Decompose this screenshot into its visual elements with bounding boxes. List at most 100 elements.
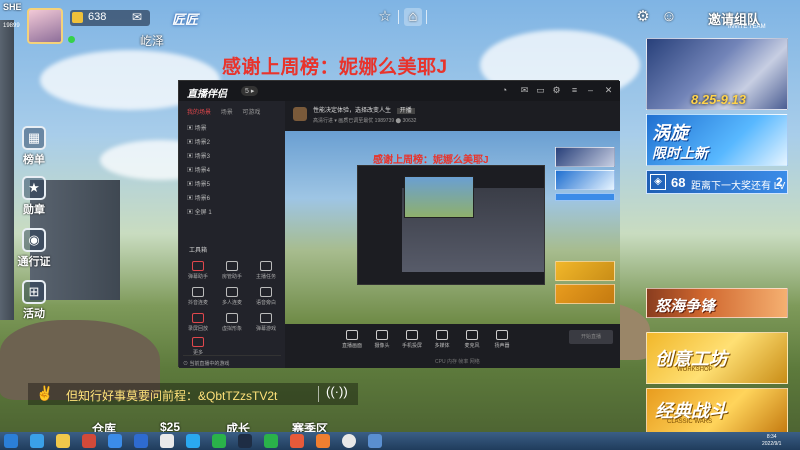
minimize-icon[interactable]: – — [585, 85, 596, 96]
tab-my-scenes[interactable]: 我的场景 — [187, 107, 211, 116]
sidebar-footer[interactable]: ⊙ 当前直播中的游戏 — [183, 355, 281, 367]
tool-avatar[interactable]: 虚拟形象 — [217, 313, 247, 332]
tool-multi-mic[interactable]: 多人连麦 — [217, 287, 247, 306]
tool-link-mic[interactable]: 抖音连麦 — [183, 287, 213, 306]
event-banner-sea-battle[interactable]: 怒海争锋 — [646, 288, 788, 318]
app-icon-red[interactable] — [82, 434, 96, 448]
tool-replay[interactable]: 录屏回放 — [183, 313, 213, 332]
settings-icon[interactable]: ⚙ — [634, 8, 652, 26]
scene-row[interactable]: ▣ 全屏 1 — [187, 207, 212, 216]
app-icon-dark[interactable] — [238, 434, 252, 448]
app-icon-orange[interactable] — [290, 434, 304, 448]
start-icon[interactable] — [4, 434, 18, 448]
favorite-star-icon[interactable]: ☆ — [376, 8, 394, 26]
level-text: 距离下一大奖还有 LV — [691, 181, 786, 192]
level-value: 2 — [776, 175, 783, 189]
app-icon-blue[interactable] — [108, 434, 122, 448]
side-item-label: 榜单 — [23, 154, 45, 166]
scene-row[interactable]: ▣ 场景5 — [187, 179, 210, 188]
side-item-medal[interactable]: ★ 勋章 — [16, 176, 52, 217]
speaker-button[interactable]: 扬声器 — [487, 330, 517, 349]
settings-icon[interactable]: ⚙ — [551, 85, 562, 96]
more-icon — [192, 337, 204, 347]
streamer-avatar[interactable] — [293, 107, 307, 121]
event-banner-classic[interactable]: 经典战斗 CLASSIC WARS — [646, 388, 788, 434]
app-icon-blue2[interactable] — [134, 434, 148, 448]
scene-row[interactable]: ▣ 场景2 — [187, 137, 210, 146]
event-banner-character[interactable]: 8.25-9.13 — [646, 38, 788, 110]
tab-scenes[interactable]: 场景 — [221, 107, 233, 116]
chat-icon[interactable]: ✉ — [132, 10, 142, 24]
menu-icon[interactable]: ≡ — [569, 85, 580, 96]
hud-divider — [398, 10, 399, 24]
tool-danmaku[interactable]: 弹幕助手 — [183, 261, 213, 280]
virtual-avatar-icon — [226, 313, 238, 323]
app-icon-network[interactable] — [368, 434, 382, 448]
app-main: 性能决定体验，选择改变人生 开播 高清行进 ▾ 画质已调至最优 1989739 … — [285, 101, 620, 368]
side-item-ranking[interactable]: ▦ 榜单 — [16, 126, 52, 167]
folder-icon[interactable] — [56, 434, 70, 448]
voice-icon[interactable]: ((·)) — [326, 384, 348, 399]
level-number: 68 — [671, 175, 686, 190]
message-icon[interactable]: ✉ — [519, 85, 530, 96]
app-icon-green[interactable] — [264, 434, 278, 448]
app-sidebar: 我的场景 场景 可游戏 ▣ 场景 ▣ 场景2 ▣ 场景3 ▣ 场景4 ▣ 场景5… — [179, 101, 285, 368]
windows-taskbar: 8:34 2022/9/1 — [0, 432, 800, 450]
header-tag[interactable]: 开播 — [396, 108, 415, 114]
stream-preview[interactable]: 感谢上周榜：妮娜么美耶J — [285, 131, 620, 324]
tool-danmaku-game[interactable]: 弹幕游戏 — [251, 313, 281, 332]
banner-subtitle: 限时上新 — [652, 145, 708, 161]
home-icon[interactable]: ⌂ — [404, 8, 422, 26]
camera-icon — [376, 330, 388, 340]
level-icon: ◈ — [650, 174, 666, 190]
event-banner-vortex[interactable]: 涡旋 限时上新 — [646, 114, 788, 166]
edge-icon[interactable] — [30, 434, 44, 448]
app-icon-orange2[interactable] — [316, 434, 330, 448]
toolbar-label: 手机投屏 — [401, 343, 422, 349]
preview-title: 感谢上周榜：妮娜么美耶J — [373, 155, 489, 166]
tool-label: 抖音连麦 — [187, 300, 208, 306]
chat-bar[interactable]: ✌ 但知行好事莫要问前程：&QbtTZzsTV2t ((·)) — [28, 383, 358, 405]
speaker-icon — [496, 330, 508, 340]
close-icon[interactable]: ✕ — [603, 85, 614, 96]
tool-room-admin[interactable]: 房管助手 — [217, 261, 247, 280]
tool-tasks[interactable]: 主播任务 — [251, 261, 281, 280]
tab-games[interactable]: 可游戏 — [242, 107, 260, 116]
player-name: 屹泽 — [140, 34, 165, 48]
side-item-pass[interactable]: ◉ 通行证 — [16, 228, 52, 269]
chrome-icon[interactable] — [342, 434, 356, 448]
taskbar-clock[interactable]: 8:34 2022/9/1 — [762, 434, 781, 448]
camera-button[interactable]: 摄像头 — [367, 330, 397, 349]
player-avatar[interactable] — [27, 8, 63, 44]
media-button[interactable]: 多媒体 — [427, 330, 457, 349]
user-avatar-icon[interactable]: ◔ — [499, 85, 510, 96]
microphone-button[interactable]: 麦克风 — [457, 330, 487, 349]
coin-value: 638 — [88, 11, 107, 23]
app-badge[interactable]: 5 ▸ — [241, 86, 259, 96]
side-item-events[interactable]: ⊞ 活动 — [16, 280, 52, 321]
event-banner-workshop[interactable]: 创意工坊 WORKSHOP — [646, 332, 788, 384]
app-icon-bird[interactable] — [186, 434, 200, 448]
phone-cast-button[interactable]: 手机投屏 — [397, 330, 427, 349]
level-progress-bar[interactable]: ◈ 68 距离下一大奖还有 LV 2 — [646, 170, 788, 194]
streaming-app-window[interactable]: 直播伴侣 5 ▸ ◔ ✉ ▭ ⚙ ≡ – ✕ 我的场景 场景 可游戏 ▣ 场景 … — [178, 80, 620, 368]
ranking-icon: ▦ — [22, 126, 46, 150]
app-icon-white[interactable] — [160, 434, 174, 448]
scene-row[interactable]: ▣ 场景3 — [187, 151, 210, 160]
scene-row[interactable]: ▣ 场景 — [187, 123, 207, 132]
tool-more[interactable]: 更多 — [183, 337, 213, 356]
start-stream-button[interactable]: 开始直播 — [569, 330, 613, 344]
microphone-icon — [466, 330, 478, 340]
window-titlebar[interactable]: 直播伴侣 5 ▸ ◔ ✉ ▭ ⚙ ≡ – ✕ — [179, 81, 620, 101]
scene-row[interactable]: ▣ 场景6 — [187, 193, 210, 202]
team-icon[interactable]: ☺ — [660, 8, 678, 26]
screen-capture-button[interactable]: 直播画面 — [337, 330, 367, 349]
avatar-tag: SHE — [3, 2, 22, 12]
scene-row[interactable]: ▣ 场景4 — [187, 165, 210, 174]
coin-icon — [72, 12, 83, 23]
tool-label: 虚拟形象 — [221, 326, 242, 332]
tool-narration[interactable]: 语音旁白 — [251, 287, 281, 306]
wechat-icon[interactable] — [212, 434, 226, 448]
tool-label: 录屏回放 — [187, 326, 208, 332]
monitor-icon[interactable]: ▭ — [535, 85, 546, 96]
